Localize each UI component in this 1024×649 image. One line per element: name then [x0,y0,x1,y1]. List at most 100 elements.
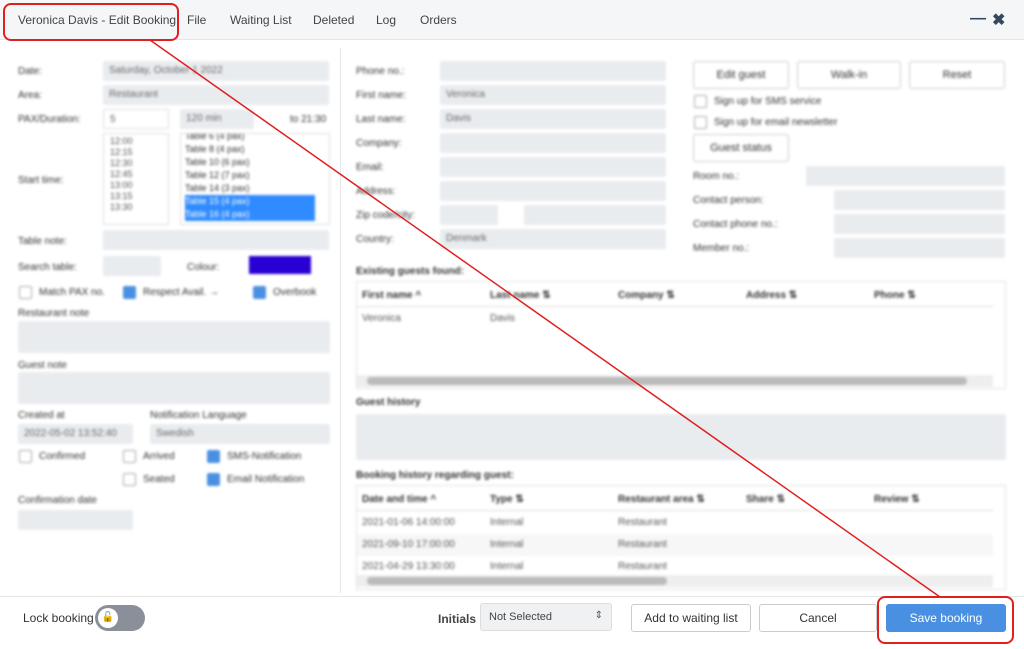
cell-last-name: Davis [490,313,516,324]
horizontal-scrollbar[interactable] [357,575,993,587]
table-option[interactable]: Table 12 (7 pax) [185,169,315,182]
table-row[interactable]: 2021-01-06 14:00:00 Internal Restaurant [357,512,993,534]
email-field[interactable] [440,157,666,177]
confirmed-checkbox[interactable] [19,450,32,463]
walk-in-button[interactable]: Walk-in [797,61,901,89]
col-share[interactable]: Share ⇅ [746,494,785,505]
time-option[interactable]: 12:15 [110,147,133,158]
time-option[interactable]: 12:00 [110,136,133,147]
table-list[interactable]: Table 6 (4 pax) Table 8 (4 pax) Table 10… [180,133,330,225]
confirmed-label: Confirmed [39,451,86,462]
phone-field[interactable] [440,61,666,81]
reset-button[interactable]: Reset [909,61,1005,89]
guest-note-label: Guest note [18,360,67,371]
respect-avail-checkbox[interactable] [123,286,136,299]
duration-select[interactable]: 120 min [180,109,254,129]
horizontal-scrollbar[interactable] [357,375,993,387]
confirmation-date-field[interactable] [18,510,133,530]
time-option[interactable]: 13:00 [110,180,133,191]
company-field[interactable] [440,133,666,153]
table-option-selected[interactable]: Table 16 (4 pax) [185,208,315,221]
time-option[interactable]: 12:30 [110,158,133,169]
seated-checkbox[interactable] [123,473,136,486]
guest-status-button[interactable]: Guest status [693,134,789,162]
time-option[interactable]: 12:45 [110,169,133,180]
existing-guests-table: First name ^ Last name ⇅ Company ⇅ Addre… [356,281,1006,389]
time-option[interactable]: 13:15 [110,191,133,202]
table-row[interactable]: Veronica Davis [357,307,993,329]
area-select[interactable]: Restaurant [103,85,329,105]
col-restaurant-area[interactable]: Restaurant area ⇅ [618,494,705,505]
tab-orders[interactable]: Orders [420,13,457,27]
cell-date: 2021-09-10 17:00:00 [362,539,455,550]
cell-area: Restaurant [618,517,667,528]
table-option[interactable]: Table 6 (4 pax) [185,134,315,143]
email-signup-checkbox[interactable] [694,116,707,129]
table-note-field[interactable] [103,230,329,250]
tab-log[interactable]: Log [376,13,396,27]
restaurant-note-field[interactable] [18,321,330,353]
col-first-name[interactable]: First name ^ [362,290,421,301]
footer-bar: Lock booking 🔓 Initials Not Selected ⇕ A… [0,596,1024,649]
col-company[interactable]: Company ⇅ [618,290,675,301]
match-pax-checkbox[interactable] [19,286,32,299]
company-label: Company: [356,138,402,149]
address-field[interactable] [440,181,666,201]
email-notification-checkbox[interactable] [207,473,220,486]
time-option[interactable]: 13:30 [110,202,133,213]
table-row[interactable]: 2021-09-10 17:00:00 Internal Restaurant [357,534,993,556]
tab-file[interactable]: File [187,13,206,27]
tab-waiting-list[interactable]: Waiting List [230,13,292,27]
guest-note-field[interactable] [18,372,330,404]
room-label: Room no.: [693,171,740,182]
start-time-list[interactable]: 12:00 12:15 12:30 12:45 13:00 13:15 13:3… [103,133,169,225]
sms-notification-label: SMS-Notification [227,451,302,462]
col-review[interactable]: Review ⇅ [874,494,920,505]
pax-select[interactable]: 5 [103,109,169,129]
close-icon[interactable]: ✖ [992,10,1005,30]
edit-guest-button[interactable]: Edit guest [693,61,789,89]
start-time-label: Start time: [18,175,64,186]
contact-phone-field[interactable] [834,214,1005,234]
overbook-label: Overbook [273,287,317,298]
cancel-button[interactable]: Cancel [759,604,877,632]
time-list: 12:00 12:15 12:30 12:45 13:00 13:15 13:3… [110,136,133,213]
guest-history-field[interactable] [356,414,1006,460]
first-name-field[interactable]: Veronica [440,85,666,105]
contact-person-label: Contact person: [693,195,764,206]
arrived-checkbox[interactable] [123,450,136,463]
unlock-icon: 🔓 [98,608,118,628]
table-option-selected[interactable]: Table 15 (4 pax) [185,195,315,208]
cell-type: Internal [490,539,524,550]
tab-deleted[interactable]: Deleted [313,13,354,27]
col-type[interactable]: Type ⇅ [490,494,524,505]
search-table-field[interactable] [103,256,161,276]
sms-signup-checkbox[interactable] [694,95,707,108]
country-select[interactable]: Denmark [440,229,666,249]
col-last-name[interactable]: Last name ⇅ [490,290,551,301]
notif-lang-select[interactable]: Swedish [150,424,330,444]
zip-field[interactable] [440,205,498,225]
table-option[interactable]: Table 14 (3 pax) [185,182,315,195]
table-option[interactable]: Table 10 (6 pax) [185,156,315,169]
member-label: Member no.: [693,243,750,254]
add-to-waiting-list-button[interactable]: Add to waiting list [631,604,751,632]
initials-select[interactable]: Not Selected ⇕ [480,603,612,631]
sms-notification-checkbox[interactable] [207,450,220,463]
table-row[interactable]: 2021-04-29 13:30:00 Internal Restaurant [357,556,993,574]
contact-person-field[interactable] [834,190,1005,210]
table-option[interactable]: Table 8 (4 pax) [185,143,315,156]
city-field[interactable] [524,205,666,225]
col-address[interactable]: Address ⇅ [746,290,797,301]
colour-swatch[interactable] [249,256,311,274]
member-field[interactable] [834,238,1005,258]
minimize-icon[interactable]: — [970,10,986,28]
date-field[interactable]: Saturday, October 1 2022 [103,61,329,81]
room-field[interactable] [806,166,1005,186]
last-name-field[interactable]: Davis [440,109,666,129]
overbook-checkbox[interactable] [253,286,266,299]
col-phone[interactable]: Phone ⇅ [874,290,916,301]
lock-booking-toggle[interactable]: 🔓 [95,605,145,631]
highlight-tab-box [3,3,179,41]
col-date-time[interactable]: Date and time ^ [362,494,436,505]
